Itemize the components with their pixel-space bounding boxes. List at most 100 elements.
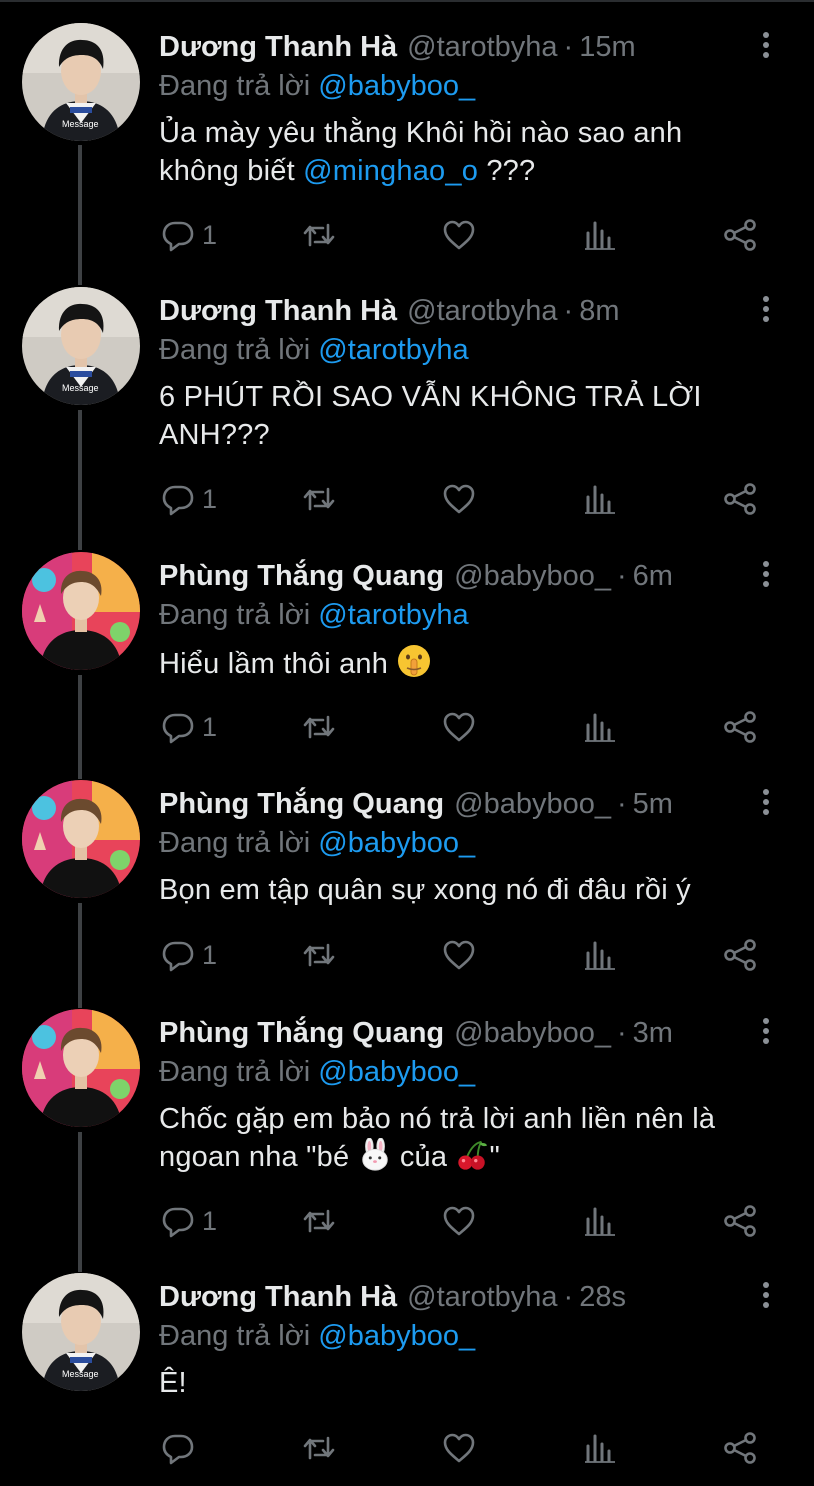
retweet-action[interactable] [301, 1201, 337, 1241]
more-icon[interactable] [752, 294, 780, 328]
retweet-icon [301, 937, 337, 973]
author-name[interactable]: Phùng Thắng Quang [159, 1017, 444, 1049]
reply-icon [160, 217, 196, 253]
tweet-text: Hiểu lầm thôi anh [159, 643, 759, 683]
rabbit-face-icon [361, 1138, 388, 1171]
reply-action[interactable]: 1 [160, 215, 217, 255]
reply-action[interactable]: 1 [160, 935, 217, 975]
more-icon[interactable] [752, 787, 780, 821]
share-action[interactable] [722, 479, 758, 519]
reply-action[interactable]: 1 [160, 479, 217, 519]
more-icon[interactable] [752, 30, 780, 64]
tweet-actions: 1 [0, 479, 814, 519]
share-action[interactable] [722, 215, 758, 255]
replying-to: Đang trả lời @tarotbyha [159, 597, 469, 633]
views-action[interactable] [582, 1201, 618, 1241]
replying-to-mention[interactable]: @babyboo_ [318, 1320, 475, 1352]
share-action[interactable] [722, 935, 758, 975]
avatar[interactable] [22, 1273, 140, 1391]
replying-to-mention[interactable]: @babyboo_ [318, 70, 475, 102]
avatar[interactable] [22, 287, 140, 405]
tweet-actions: 1 [0, 935, 814, 975]
author-handle[interactable]: @babyboo_ [454, 788, 611, 820]
replying-to: Đang trả lời @babyboo_ [159, 1318, 475, 1354]
like-action[interactable] [441, 1201, 477, 1241]
retweet-icon [301, 481, 337, 517]
tweet-header: Phùng Thắng Quang @babyboo_ · 5m [159, 787, 744, 827]
replying-to-label: Đang trả lời [159, 70, 311, 102]
retweet-action[interactable] [301, 479, 337, 519]
like-icon [441, 709, 477, 745]
avatar[interactable] [22, 1009, 140, 1127]
replying-to-label: Đang trả lời [159, 599, 311, 631]
author-name[interactable]: Phùng Thắng Quang [159, 788, 444, 820]
views-action[interactable] [582, 215, 618, 255]
views-icon [582, 1203, 618, 1239]
like-icon [441, 1203, 477, 1239]
views-action[interactable] [582, 935, 618, 975]
author-handle[interactable]: @babyboo_ [454, 560, 611, 592]
views-action[interactable] [582, 479, 618, 519]
cherries-icon [458, 1140, 488, 1170]
share-icon [722, 217, 758, 253]
author-handle[interactable]: @tarotbyha [407, 1281, 557, 1313]
tweet[interactable]: Dương Thanh Hà @tarotbyha · 8m Đang trả lời… [0, 264, 814, 529]
like-action[interactable] [441, 707, 477, 747]
retweet-icon [301, 709, 337, 745]
replying-to-label: Đang trả lời [159, 1320, 311, 1352]
retweet-action[interactable] [301, 707, 337, 747]
replying-to-mention[interactable]: @tarotbyha [318, 334, 468, 366]
author-name[interactable]: Dương Thanh Hà [159, 1281, 397, 1313]
views-action[interactable] [582, 707, 618, 747]
tweet[interactable]: Phùng Thắng Quang @babyboo_ · 6m Đang trả l… [0, 529, 814, 757]
avatar[interactable] [22, 552, 140, 670]
more-icon[interactable] [752, 1016, 780, 1050]
like-action[interactable] [441, 1428, 477, 1468]
tweet[interactable]: Dương Thanh Hà @tarotbyha · 15m Đang trả lờ… [0, 0, 814, 270]
like-icon [441, 217, 477, 253]
reply-action[interactable] [160, 1428, 202, 1468]
reply-count: 1 [202, 219, 218, 250]
retweet-action[interactable] [301, 935, 337, 975]
share-icon [722, 1203, 758, 1239]
share-action[interactable] [722, 1201, 758, 1241]
retweet-icon [301, 217, 337, 253]
retweet-action[interactable] [301, 1428, 337, 1468]
share-action[interactable] [722, 1428, 758, 1468]
avatar[interactable] [22, 23, 140, 141]
reply-action[interactable]: 1 [160, 1201, 217, 1241]
timestamp[interactable]: 3m [633, 1017, 673, 1049]
reply-action[interactable]: 1 [160, 707, 217, 747]
replying-to-mention[interactable]: @babyboo_ [318, 827, 475, 859]
author-handle[interactable]: @tarotbyha [407, 295, 557, 327]
reply-count: 1 [202, 483, 218, 514]
author-name[interactable]: Dương Thanh Hà [159, 31, 397, 63]
author-handle[interactable]: @tarotbyha [407, 31, 557, 63]
author-name[interactable]: Dương Thanh Hà [159, 295, 397, 327]
tweet-header: Phùng Thắng Quang @babyboo_ · 6m [159, 559, 744, 599]
retweet-action[interactable] [301, 215, 337, 255]
more-icon[interactable] [752, 559, 780, 593]
tweet[interactable]: Dương Thanh Hà @tarotbyha · 28s Đang trả lờ… [0, 1250, 814, 1486]
views-action[interactable] [582, 1428, 618, 1468]
author-handle[interactable]: @babyboo_ [454, 1017, 611, 1049]
avatar[interactable] [22, 780, 140, 898]
timestamp[interactable]: 28s [579, 1281, 626, 1313]
like-action[interactable] [441, 215, 477, 255]
timestamp[interactable]: 5m [633, 788, 673, 820]
replying-to-mention[interactable]: @tarotbyha [318, 599, 468, 631]
retweet-icon [301, 1430, 337, 1466]
body-mention[interactable]: @minghao_o [303, 155, 478, 187]
timestamp[interactable]: 8m [579, 295, 619, 327]
replying-to-mention[interactable]: @babyboo_ [318, 1056, 475, 1088]
timestamp[interactable]: 6m [633, 560, 673, 592]
tweet-text-part: Bọn em tập quân sự xong nó đi đâu rồi ý [159, 874, 691, 906]
share-action[interactable] [722, 707, 758, 747]
more-icon[interactable] [752, 1280, 780, 1314]
tweet[interactable]: Phùng Thắng Quang @babyboo_ · 5m Đang trả l… [0, 757, 814, 985]
like-action[interactable] [441, 479, 477, 519]
author-name[interactable]: Phùng Thắng Quang [159, 560, 444, 592]
like-action[interactable] [441, 935, 477, 975]
timestamp[interactable]: 15m [579, 31, 635, 63]
tweet[interactable]: Phùng Thắng Quang @babyboo_ · 3m Đang trả l… [0, 986, 814, 1251]
